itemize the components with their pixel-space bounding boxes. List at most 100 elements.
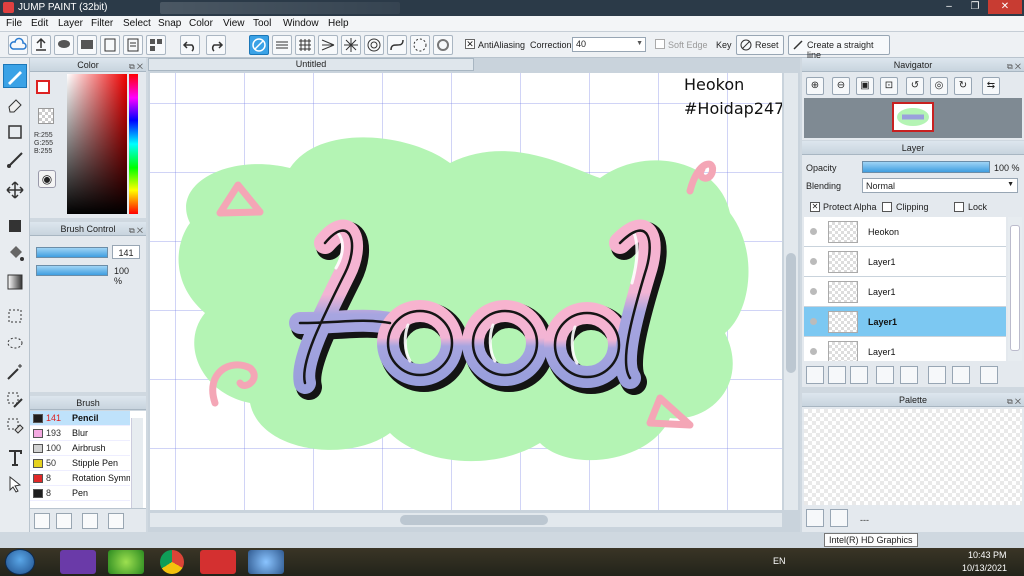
clock-time[interactable]: 10:43 PM	[968, 550, 1007, 560]
reset-button[interactable]: Reset	[736, 35, 784, 55]
lasso-tool-icon[interactable]	[3, 332, 27, 356]
protect-alpha-checkbox[interactable]: ✕	[810, 202, 820, 212]
radial-line-snap-icon[interactable]	[318, 35, 338, 55]
pen-tool-icon[interactable]	[3, 64, 27, 88]
select-eraser-tool-icon[interactable]	[3, 414, 27, 438]
halftone-layer-icon[interactable]	[876, 366, 894, 384]
fit-window-icon[interactable]: ▣	[856, 77, 874, 95]
menu-tool[interactable]: Tool	[253, 18, 271, 29]
parallel-snap-icon[interactable]	[272, 35, 292, 55]
menu-window[interactable]: Window	[283, 18, 319, 29]
layer-row[interactable]: Layer1	[804, 277, 1006, 307]
panel-controls-icon[interactable]: ⧉ ✕	[129, 60, 143, 74]
snap-settings-icon[interactable]	[433, 35, 453, 55]
navigator-thumbnail[interactable]	[892, 102, 934, 132]
delete-layer-icon[interactable]	[980, 366, 998, 384]
shape-tool-icon[interactable]	[3, 120, 27, 144]
figure-snap-icon[interactable]	[410, 35, 430, 55]
maximize-button[interactable]: ❐	[962, 0, 988, 14]
curve-snap-icon[interactable]	[387, 35, 407, 55]
actual-size-icon[interactable]: ⊡	[880, 77, 898, 95]
upload-icon[interactable]	[31, 35, 51, 55]
visibility-toggle-icon[interactable]	[810, 288, 817, 295]
close-button[interactable]: ✕	[988, 0, 1022, 14]
brush-size-slider[interactable]	[36, 247, 108, 258]
new-1bit-layer-icon[interactable]	[850, 366, 868, 384]
clock-date[interactable]: 10/13/2021	[962, 563, 1007, 573]
zoom-in-icon[interactable]: ⊕	[806, 77, 824, 95]
new-palette-color-icon[interactable]	[806, 509, 824, 527]
menu-select[interactable]: Select	[123, 18, 151, 29]
fill-rect-tool-icon[interactable]	[3, 214, 27, 238]
gradient-tool-icon[interactable]	[3, 270, 27, 294]
color-palette-icon[interactable]: ◉	[38, 170, 56, 188]
grid-snap-icon[interactable]	[295, 35, 315, 55]
operation-tool-icon[interactable]	[3, 472, 27, 496]
rotate-left-icon[interactable]: ↺	[906, 77, 924, 95]
move-tool-icon[interactable]	[3, 178, 27, 202]
straight-line-button[interactable]: Create a straight line	[788, 35, 890, 60]
scrollbar-thumb[interactable]	[786, 253, 796, 373]
panel-controls-icon[interactable]: ⧉ ✕	[1007, 60, 1021, 74]
undo-icon[interactable]	[180, 35, 200, 55]
new-folder-icon[interactable]	[900, 366, 918, 384]
select-pen-tool-icon[interactable]	[3, 388, 27, 412]
brush-item[interactable]: 8 Rotation Symm	[30, 471, 130, 486]
reset-rotation-icon[interactable]: ◎	[930, 77, 948, 95]
bucket-tool-icon[interactable]	[3, 242, 27, 266]
saturation-value-picker[interactable]	[67, 74, 127, 214]
cloud-icon[interactable]	[8, 35, 28, 55]
panel-controls-icon[interactable]: ⧉ ✕	[129, 224, 143, 238]
brush-item[interactable]: 141 Pencil	[30, 411, 130, 426]
menu-color[interactable]: Color	[189, 18, 213, 29]
start-button[interactable]	[5, 549, 35, 575]
snap-off-icon[interactable]	[249, 35, 269, 55]
radial-snap-icon[interactable]	[341, 35, 361, 55]
flip-horizontal-icon[interactable]: ⇆	[982, 77, 1000, 95]
canvas-vertical-scrollbar[interactable]	[784, 73, 798, 510]
brush-item[interactable]: 8 Pen	[30, 486, 130, 501]
zoom-out-icon[interactable]: ⊖	[832, 77, 850, 95]
layer-row[interactable]: Layer1	[804, 337, 1006, 361]
scrollbar-thumb[interactable]	[400, 515, 548, 525]
layer-opacity-slider[interactable]	[862, 161, 990, 173]
duplicate-layer-icon[interactable]	[928, 366, 946, 384]
brush-tool-icon[interactable]	[34, 513, 50, 529]
document-icon[interactable]	[100, 35, 120, 55]
drawing-canvas[interactable]: Heokon #Hoidap247	[150, 73, 782, 510]
clipping-checkbox[interactable]	[882, 202, 892, 212]
minimize-button[interactable]: –	[936, 0, 962, 14]
menu-edit[interactable]: Edit	[31, 18, 48, 29]
new-layer-icon[interactable]	[806, 366, 824, 384]
antialiasing-checkbox[interactable]: ✕	[465, 39, 475, 49]
hue-slider[interactable]	[129, 74, 138, 214]
scrollbar-thumb[interactable]	[1010, 225, 1020, 351]
brush-list-scrollbar[interactable]	[131, 418, 143, 510]
grid-layout-icon[interactable]	[146, 35, 166, 55]
visibility-toggle-icon[interactable]	[810, 318, 817, 325]
soft-edge-checkbox[interactable]	[655, 39, 665, 49]
app-icon[interactable]	[108, 550, 144, 574]
new-brush-icon[interactable]	[56, 513, 72, 529]
language-indicator[interactable]: EN	[773, 556, 786, 566]
new-8bit-layer-icon[interactable]	[828, 366, 846, 384]
layer-list-scrollbar[interactable]	[1008, 217, 1022, 361]
paint-icon[interactable]	[248, 550, 284, 574]
brush-size-value[interactable]: 141	[112, 245, 140, 259]
line-tool-icon[interactable]	[3, 148, 27, 172]
merge-down-icon[interactable]	[952, 366, 970, 384]
foreground-color-swatch[interactable]	[36, 80, 50, 94]
canvas-tab[interactable]: Untitled	[148, 58, 474, 71]
brush-opacity-slider[interactable]	[36, 265, 108, 276]
delete-palette-color-icon[interactable]	[830, 509, 848, 527]
menu-file[interactable]: File	[6, 18, 22, 29]
menu-view[interactable]: View	[223, 18, 245, 29]
redo-icon[interactable]	[206, 35, 226, 55]
menu-filter[interactable]: Filter	[91, 18, 113, 29]
lock-checkbox[interactable]	[954, 202, 964, 212]
rotate-right-icon[interactable]: ↻	[954, 77, 972, 95]
layer-row[interactable]: Layer1	[804, 307, 1006, 337]
jump-paint-taskbar-icon[interactable]	[200, 550, 236, 574]
text-tool-icon[interactable]	[3, 446, 27, 470]
palette-swatch-area[interactable]	[804, 409, 1022, 505]
